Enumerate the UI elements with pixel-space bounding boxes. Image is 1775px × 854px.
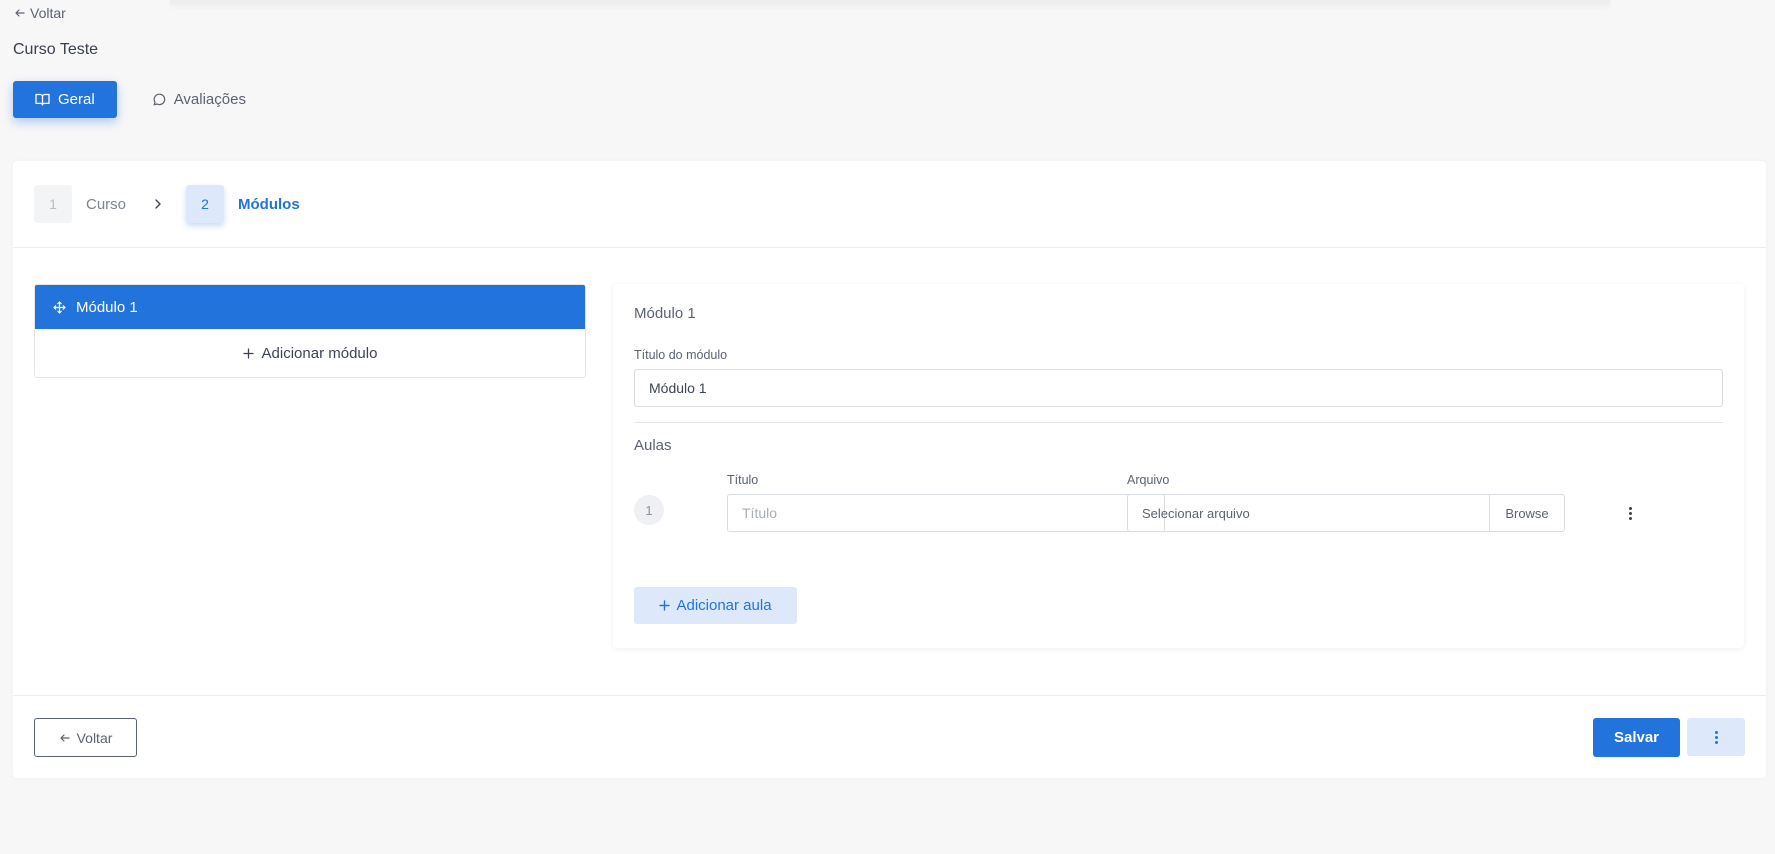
chevron-right-icon: [154, 198, 162, 210]
tab-avaliacoes[interactable]: Avaliações: [131, 81, 268, 118]
more-vertical-icon: [1706, 727, 1726, 747]
lesson-number: 1: [634, 495, 664, 525]
step-curso[interactable]: 1 Curso: [34, 185, 126, 223]
drag-move-icon[interactable]: [53, 300, 66, 314]
module-item[interactable]: Módulo 1: [35, 285, 585, 329]
divider: [634, 422, 1723, 423]
lesson-more-options-icon[interactable]: [1620, 503, 1640, 523]
step-number: 2: [186, 185, 225, 223]
lessons-title: Aulas: [634, 437, 672, 454]
modules-list: Módulo 1 Adicionar módulo: [34, 284, 586, 378]
module-title-input[interactable]: [634, 369, 1723, 407]
step-label: Curso: [86, 195, 127, 213]
add-module-button[interactable]: Adicionar módulo: [35, 329, 585, 377]
step-modulos[interactable]: 2 Módulos: [186, 185, 300, 223]
tab-geral-label: Geral: [58, 91, 95, 108]
add-lesson-label: Adicionar aula: [676, 597, 772, 614]
save-button[interactable]: Salvar: [1593, 718, 1680, 757]
back-button[interactable]: Voltar: [34, 718, 137, 757]
lesson-title-input[interactable]: [727, 494, 1165, 532]
more-options-button[interactable]: [1687, 718, 1745, 756]
top-back-label: Voltar: [30, 5, 66, 21]
back-button-label: Voltar: [76, 729, 113, 746]
module-form: Módulo 1 Título do módulo Aulas 1 Título…: [613, 284, 1744, 648]
lesson-file-label: Arquivo: [1127, 473, 1170, 487]
page-title: Curso Teste: [13, 41, 99, 58]
module-form-heading: Módulo 1: [634, 305, 696, 322]
message-circle-icon: [153, 93, 166, 106]
step-number: 1: [34, 185, 72, 223]
add-lesson-button[interactable]: Adicionar aula: [634, 587, 797, 624]
top-back-link[interactable]: Voltar: [14, 5, 66, 21]
browse-button[interactable]: Browse: [1489, 495, 1564, 531]
lesson-title-label: Título: [727, 473, 759, 487]
book-open-icon: [35, 93, 50, 106]
module-item-label: Módulo 1: [76, 298, 138, 316]
lesson-file-input[interactable]: Selecionar arquivo Browse: [1127, 494, 1565, 532]
file-input-placeholder: Selecionar arquivo: [1142, 505, 1250, 521]
arrow-left-icon: [14, 7, 26, 19]
tab-bar: Geral Avaliações: [13, 81, 268, 118]
plus-icon: [242, 347, 254, 359]
module-title-label: Título do módulo: [634, 348, 728, 362]
tab-avaliacoes-label: Avaliações: [173, 91, 246, 108]
top-bar: [170, 0, 1610, 4]
tab-geral[interactable]: Geral: [13, 81, 117, 118]
course-editor-card: 1 Curso 2 Módulos Módulo 1 Adicionar mód…: [13, 161, 1766, 778]
arrow-left-icon: [59, 732, 71, 744]
add-module-label: Adicionar módulo: [261, 344, 378, 362]
form-footer: Voltar Salvar: [13, 695, 1766, 778]
stepper: 1 Curso 2 Módulos: [13, 161, 1766, 248]
plus-icon: [659, 600, 671, 611]
step-label: Módulos: [238, 195, 300, 213]
